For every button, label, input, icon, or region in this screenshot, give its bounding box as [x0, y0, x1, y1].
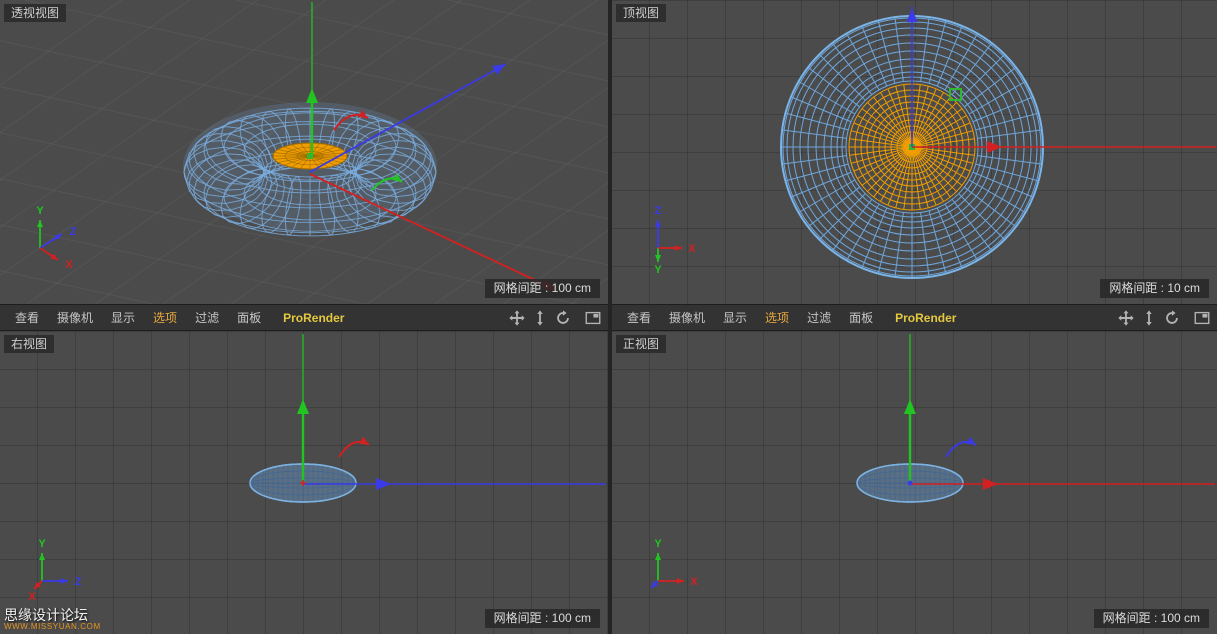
grid-spacing-badge: 网格间距 : 100 cm [1094, 609, 1209, 628]
bottom-viewport-row: Y Z X 右视图 网格间距 : 100 cm Y X 正视图 网格间距 : 1… [0, 331, 1217, 634]
axis-label-x: X [28, 591, 36, 603]
menu-display[interactable]: 显示 [714, 309, 756, 326]
axis-label-x: X [688, 243, 696, 255]
pan-icon[interactable] [1117, 309, 1135, 327]
menu-options[interactable]: 选项 [756, 309, 798, 326]
axis-gizmo: Y Z X [26, 537, 96, 607]
top-viewport-row: Y Z X 透视视图 网格间距 : 100 cm Z Y X 顶视图 网格间距 … [0, 0, 1217, 304]
menu-options[interactable]: 选项 [144, 309, 186, 326]
dolly-icon[interactable] [1140, 309, 1158, 327]
grid-spacing-badge: 网格间距 : 100 cm [485, 279, 600, 298]
viewport-nav-icons [1117, 309, 1211, 327]
menu-display[interactable]: 显示 [102, 309, 144, 326]
axis-label-y: Y [654, 538, 662, 550]
axis-label-z: Z [655, 205, 662, 217]
viewport-front[interactable]: Y X 正视图 网格间距 : 100 cm [612, 331, 1217, 634]
viewport-label: 正视图 [616, 335, 666, 353]
viewport-label: 右视图 [4, 335, 54, 353]
viewport-right[interactable]: Y Z X 右视图 网格间距 : 100 cm [0, 331, 608, 634]
axis-gizmo: Z Y X [642, 204, 712, 274]
menu-panel[interactable]: 面板 [228, 309, 270, 326]
menu-view[interactable]: 查看 [618, 309, 660, 326]
axis-label-y: Y [36, 205, 44, 217]
viewport-nav-icons [508, 309, 602, 327]
grid-spacing-badge: 网格间距 : 10 cm [1100, 279, 1209, 298]
menu-view[interactable]: 查看 [6, 309, 48, 326]
grid-spacing-badge: 网格间距 : 100 cm [485, 609, 600, 628]
viewport-perspective[interactable]: Y Z X 透视视图 网格间距 : 100 cm [0, 0, 608, 304]
menu-filter[interactable]: 过滤 [798, 309, 840, 326]
axis-label-x: X [65, 259, 73, 271]
menu-prorender[interactable]: ProRender [882, 311, 965, 325]
axis-label-z: Z [70, 226, 77, 238]
axis-label-z: Z [75, 576, 82, 588]
axis-gizmo: Y Z X [26, 204, 96, 274]
menu-prorender[interactable]: ProRender [270, 311, 353, 325]
c4d-viewport-panel: Y Z X 透视视图 网格间距 : 100 cm Z Y X 顶视图 网格间距 … [0, 0, 1217, 634]
rotate-icon[interactable] [1163, 309, 1181, 327]
dolly-icon[interactable] [531, 309, 549, 327]
rotate-icon[interactable] [554, 309, 572, 327]
watermark-title: 思缘设计论坛 [4, 608, 101, 623]
menu-filter[interactable]: 过滤 [186, 309, 228, 326]
pan-icon[interactable] [508, 309, 526, 327]
watermark-url: WWW.MISSYUAN.COM [4, 623, 101, 631]
viewport-menubar-right: 查看 摄像机 显示 选项 过滤 面板 ProRender [612, 304, 1217, 331]
axis-label-y: Y [654, 264, 662, 276]
viewport-menubar-left: 查看 摄像机 显示 选项 过滤 面板 ProRender [0, 304, 608, 331]
axis-label-y: Y [38, 538, 46, 550]
menu-panel[interactable]: 面板 [840, 309, 882, 326]
axis-gizmo: Y X [642, 537, 712, 607]
viewport-label: 透视视图 [4, 4, 66, 22]
toggle-view-icon[interactable] [1193, 309, 1211, 327]
menu-camera[interactable]: 摄像机 [660, 309, 714, 326]
viewport-menubar-row: 查看 摄像机 显示 选项 过滤 面板 ProRender 查看 摄像机 显示 选… [0, 304, 1217, 331]
watermark: 思缘设计论坛 WWW.MISSYUAN.COM [4, 608, 101, 631]
menu-camera[interactable]: 摄像机 [48, 309, 102, 326]
viewport-label: 顶视图 [616, 4, 666, 22]
viewport-top[interactable]: Z Y X 顶视图 网格间距 : 10 cm [612, 0, 1217, 304]
axis-label-x: X [690, 576, 698, 588]
toggle-view-icon[interactable] [584, 309, 602, 327]
